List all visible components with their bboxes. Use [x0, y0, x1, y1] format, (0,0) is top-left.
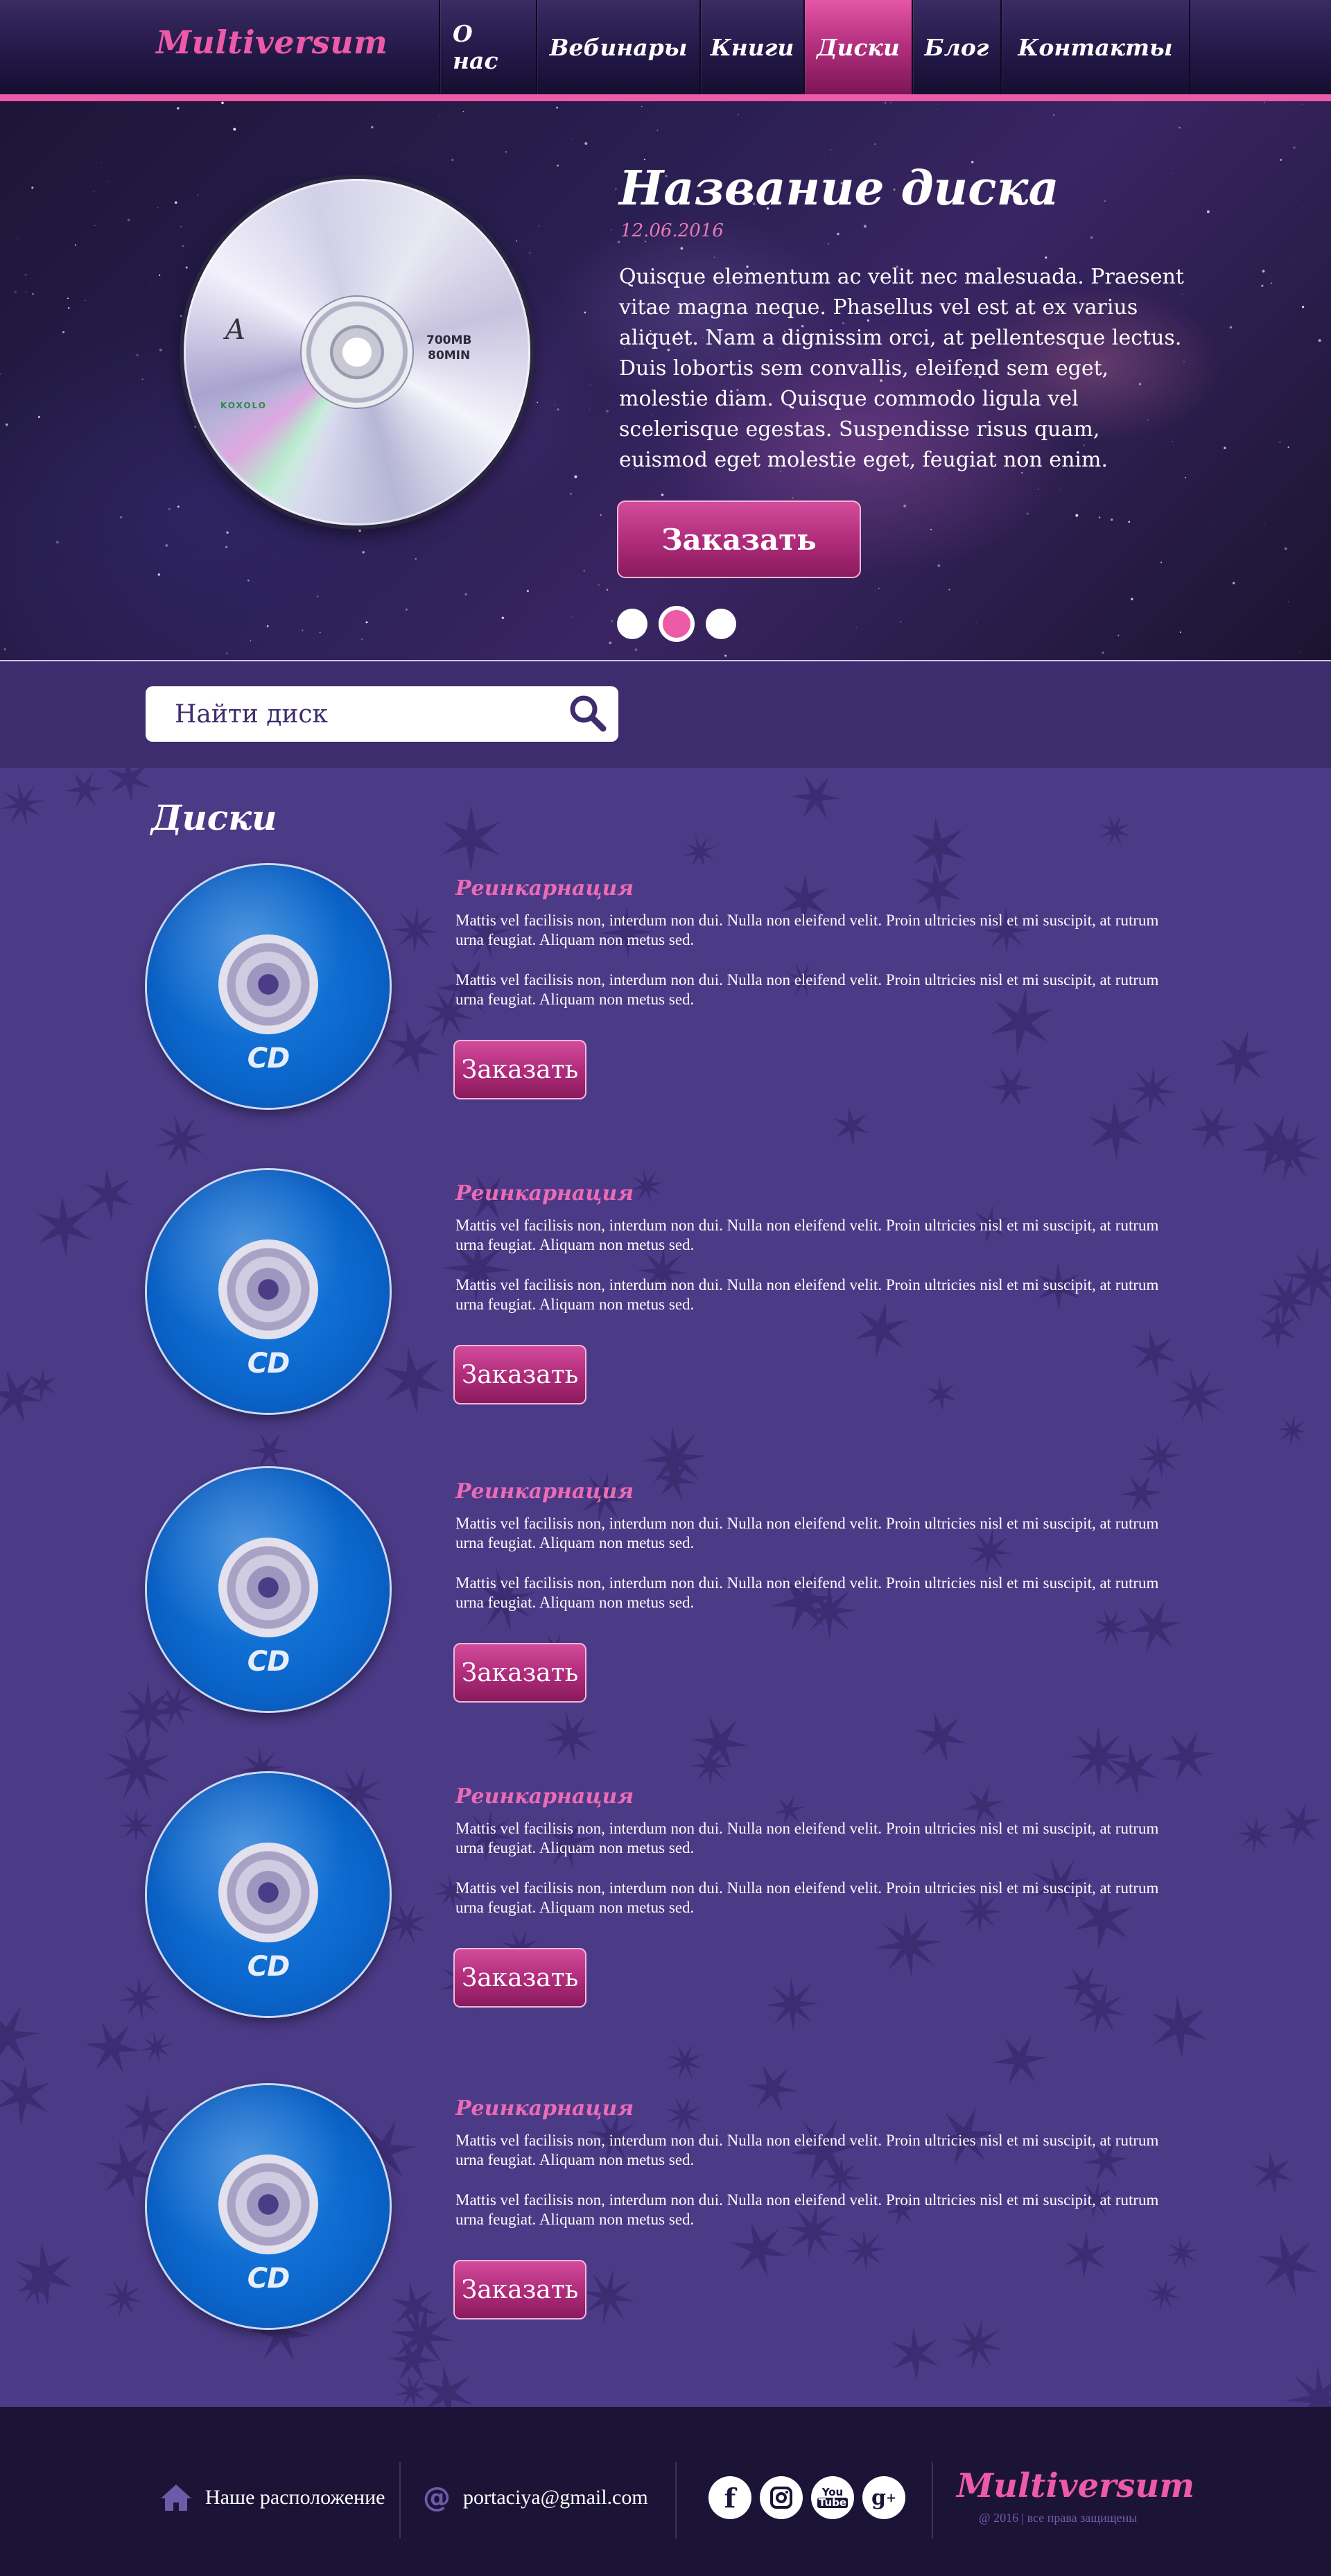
hero-description: Quisque elementum ac velit nec malesuada… [619, 265, 1184, 472]
footer-email[interactable]: @ portaciya@gmail.com [423, 2482, 648, 2514]
disc-description: Mattis vel facilisis non, interdum non d… [455, 2191, 1159, 2228]
home-icon [161, 2484, 191, 2511]
cd-image[interactable]: CD [147, 1170, 390, 1413]
disc-title[interactable]: Реинкарнация [455, 1784, 634, 1809]
search-input[interactable] [146, 686, 564, 742]
main-nav: О нас Вебинары Книги Диски Блог Контакты [439, 0, 1190, 94]
cd-hub [218, 934, 318, 1034]
order-button[interactable]: Заказать [453, 1345, 586, 1404]
hero-disc-image: A 700MB 80MIN KOXOLO [184, 179, 530, 525]
cd-logo-icon: CD [247, 2263, 290, 2295]
nav-item-webinars[interactable]: Вебинары [537, 0, 701, 94]
nav-item-about[interactable]: О нас [440, 0, 537, 94]
cd-hub [218, 1538, 318, 1637]
facebook-icon[interactable]: f [708, 2476, 751, 2519]
search-strip [0, 661, 1331, 768]
disc-description: Mattis vel facilisis non, interdum non d… [455, 1820, 1159, 1856]
cd-hub [218, 1239, 318, 1339]
nav-item-contacts[interactable]: Контакты [1002, 0, 1190, 94]
hero-title: Название диска [619, 161, 1059, 216]
cd-image[interactable]: CD [147, 1468, 390, 1711]
disc-logo-icon: A [225, 314, 245, 346]
disc-title[interactable]: Реинкарнация [455, 876, 634, 900]
disc-list-item: CD Реинкарнация Mattis vel facilisis non… [0, 1773, 1331, 2023]
order-button[interactable]: Заказать [453, 1948, 586, 2008]
slider-dot-1[interactable] [617, 609, 647, 639]
site-header: Multiversum О нас Вебинары Книги Диски Б… [0, 0, 1331, 101]
nav-item-discs[interactable]: Диски [805, 0, 913, 94]
disc-capacity-min: 80MIN [428, 349, 471, 363]
order-button[interactable]: Заказать [453, 1643, 586, 1703]
footer-email-text: portaciya@gmail.com [463, 2486, 648, 2509]
disc-description: Mattis vel facilisis non, interdum non d… [455, 1879, 1159, 1916]
disc-description: Mattis vel facilisis non, interdum non d… [455, 2132, 1159, 2168]
disc-description: Mattis vel facilisis non, interdum non d… [455, 1217, 1159, 1253]
disc-brand: KOXOLO [220, 401, 267, 410]
disc-title[interactable]: Реинкарнация [455, 1181, 634, 1206]
disc-capacity-mb: 700MB [426, 333, 472, 347]
slider-dot-2[interactable] [659, 606, 695, 642]
disc-description: Mattis vel facilisis non, interdum non d… [455, 1515, 1159, 1551]
site-logo[interactable]: Multiversum [156, 24, 388, 61]
disc-description: Mattis vel facilisis non, interdum non d… [455, 1574, 1159, 1611]
social-links: f You Tube g + [708, 2476, 905, 2519]
footer-copyright: @ 2016 | все права защищены [979, 2511, 1138, 2525]
disc-hub [302, 297, 412, 408]
disc-title[interactable]: Реинкарнация [455, 2096, 634, 2121]
instagram-icon[interactable] [760, 2476, 803, 2519]
discs-section: Диски CD Реинкарнация Mattis vel facilis… [0, 768, 1331, 2407]
order-button[interactable]: Заказать [453, 1040, 586, 1099]
site-footer: Наше расположение @ portaciya@gmail.com … [0, 2407, 1331, 2576]
disc-list-item: CD Реинкарнация Mattis vel facilisis non… [0, 2085, 1331, 2335]
nav-item-books[interactable]: Книги [701, 0, 805, 94]
hero-date: 12.06.2016 [620, 220, 724, 241]
disc-list-item: CD Реинкарнация Mattis vel facilisis non… [0, 1468, 1331, 1718]
footer-location[interactable]: Наше расположение [159, 2483, 385, 2512]
hero-order-button[interactable]: Заказать [617, 501, 861, 578]
disc-title[interactable]: Реинкарнация [455, 1479, 634, 1504]
slider-dots [617, 606, 736, 642]
disc-description: Mattis vel facilisis non, interdum non d… [455, 912, 1159, 948]
slider-dot-3[interactable] [706, 609, 736, 639]
cd-image[interactable]: CD [147, 2085, 390, 2328]
section-title: Диски [151, 797, 277, 838]
at-icon: @ [423, 2482, 451, 2514]
disc-list-item: CD Реинкарнация Mattis vel facilisis non… [0, 1170, 1331, 1420]
nav-item-blog[interactable]: Блог [913, 0, 1002, 94]
cd-logo-icon: CD [247, 1951, 290, 1983]
cd-image[interactable]: CD [147, 1773, 390, 2016]
disc-description: Mattis vel facilisis non, interdum non d… [455, 1276, 1159, 1313]
cd-image[interactable]: CD [147, 865, 390, 1108]
footer-location-label: Наше расположение [205, 2486, 385, 2509]
order-button[interactable]: Заказать [453, 2260, 586, 2320]
disc-capacity: 700MB 80MIN [426, 333, 471, 363]
cd-logo-icon: CD [247, 1646, 290, 1678]
cd-hub [218, 1843, 318, 1942]
header-accent-bar [0, 94, 1331, 101]
search-icon[interactable] [564, 690, 613, 738]
disc-list-item: CD Реинкарнация Mattis vel facilisis non… [0, 865, 1331, 1115]
footer-divider [675, 2462, 677, 2539]
footer-logo[interactable]: Multiversum [957, 2466, 1194, 2505]
search-box [146, 686, 618, 742]
cd-hub [218, 2155, 318, 2254]
footer-divider [932, 2462, 933, 2539]
disc-description: Mattis vel facilisis non, interdum non d… [455, 971, 1159, 1008]
cd-logo-icon: CD [247, 1043, 290, 1074]
youtube-icon[interactable]: You Tube [811, 2476, 854, 2519]
footer-divider [399, 2462, 401, 2539]
cd-logo-icon: CD [247, 1348, 290, 1380]
google-plus-icon[interactable]: g + [862, 2476, 905, 2519]
